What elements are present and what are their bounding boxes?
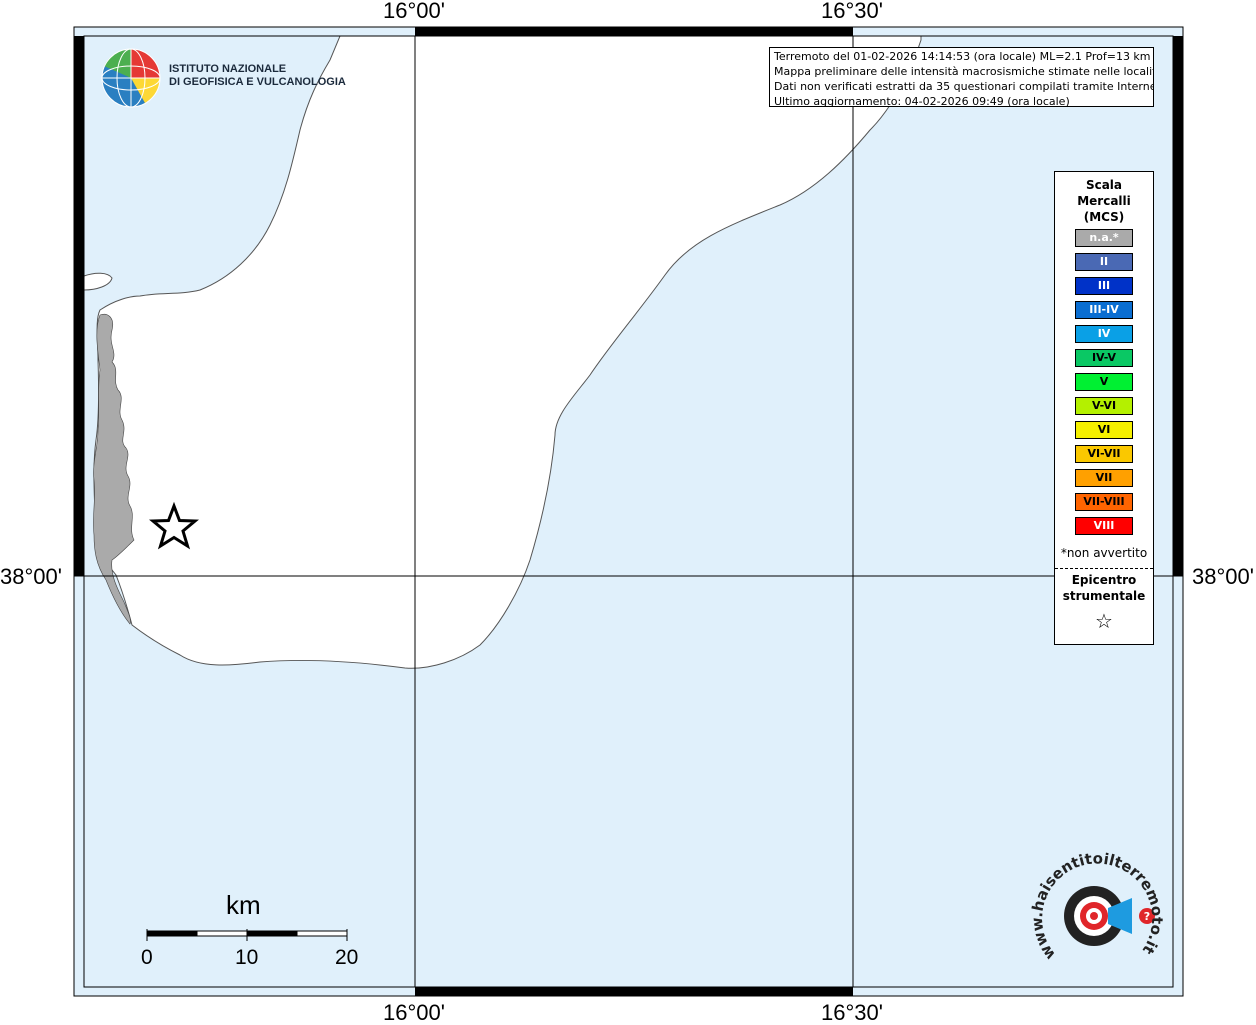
ingv-logo-line1: ISTITUTO NAZIONALE (169, 63, 287, 75)
coord-top-16-30: 16°30' (821, 0, 883, 23)
frame-bar-bottom (415, 987, 853, 996)
legend-swatch-vi-vii: VI-VII (1075, 445, 1133, 463)
legend-swatch-iv-v: IV-V (1075, 349, 1133, 367)
frame-bar-top (415, 27, 853, 36)
frame-bar-left (74, 36, 84, 576)
frame-bar-right (1173, 36, 1183, 576)
info-line-updated: Ultimo aggiornamento: 04-02-2026 09:49 (… (774, 95, 1070, 107)
legend-swatch-n-a: n.a.* (1075, 229, 1133, 247)
info-line-source: Dati non verificati estratti da 35 quest… (774, 80, 1154, 93)
legend-separator (1055, 568, 1153, 569)
coord-bottom-16-00: 16°00' (383, 1000, 445, 1025)
legend-swatch-iii-iv: III-IV (1075, 301, 1133, 319)
legend-title-line2: Mercalli (1077, 194, 1131, 208)
legend-title-line1: Scala (1085, 178, 1123, 192)
info-line-description: Mappa preliminare delle intensità macros… (774, 65, 1154, 78)
scale-bar-unit: km (226, 890, 261, 920)
info-line-event: Terremoto del 01-02-2026 14:14:53 (ora l… (774, 50, 1151, 63)
ingv-logo-line2: DI GEOFISICA E VULCANOLOGIA (169, 76, 346, 88)
legend-epicenter-line1: Epicentro (1071, 573, 1137, 587)
legend-title: Scala Mercalli (MCS) (1055, 177, 1153, 225)
mcs-legend: Scala Mercalli (MCS) n.a.* II III III-IV IV I… (1054, 171, 1154, 645)
coord-bottom-16-30: 16°30' (821, 1000, 883, 1025)
legend-swatch-ii: II (1075, 253, 1133, 271)
earthquake-info-box: Terremoto del 01-02-2026 14:14:53 (ora l… (769, 47, 1154, 107)
ingv-logo-text: ISTITUTO NAZIONALE DI GEOFISICA E VULCAN… (169, 63, 346, 89)
legend-swatch-vii-viii: VII-VIII (1075, 493, 1133, 511)
legend-epicenter-star-icon: ☆ (1095, 609, 1113, 633)
legend-title-line3: (MCS) (1083, 210, 1125, 224)
coord-right-38-00: 38°00' (1192, 564, 1254, 589)
legend-swatch-iii: III (1075, 277, 1133, 295)
scale-bar-label-10: 10 (235, 946, 259, 969)
legend-footnote: *non avvertito (1060, 546, 1148, 560)
legend-swatch-vii: VII (1075, 469, 1133, 487)
coord-top-16-00: 16°00' (383, 0, 445, 23)
scale-bar-label-0: 0 (141, 946, 153, 969)
legend-epicenter-label: Epicentro strumentale (1055, 572, 1153, 604)
legend-swatch-iv: IV (1075, 325, 1133, 343)
legend-swatch-v-vi: V-VI (1075, 397, 1133, 415)
coord-left-38-00: 38°00' (0, 564, 62, 589)
legend-swatch-v: V (1075, 373, 1133, 391)
legend-epicenter-line2: strumentale (1062, 589, 1146, 603)
ingv-logo-icon (101, 48, 161, 108)
scale-bar-label-20: 20 (335, 946, 359, 969)
legend-swatch-viii: VIII (1075, 517, 1133, 535)
legend-swatch-vi: VI (1075, 421, 1133, 439)
